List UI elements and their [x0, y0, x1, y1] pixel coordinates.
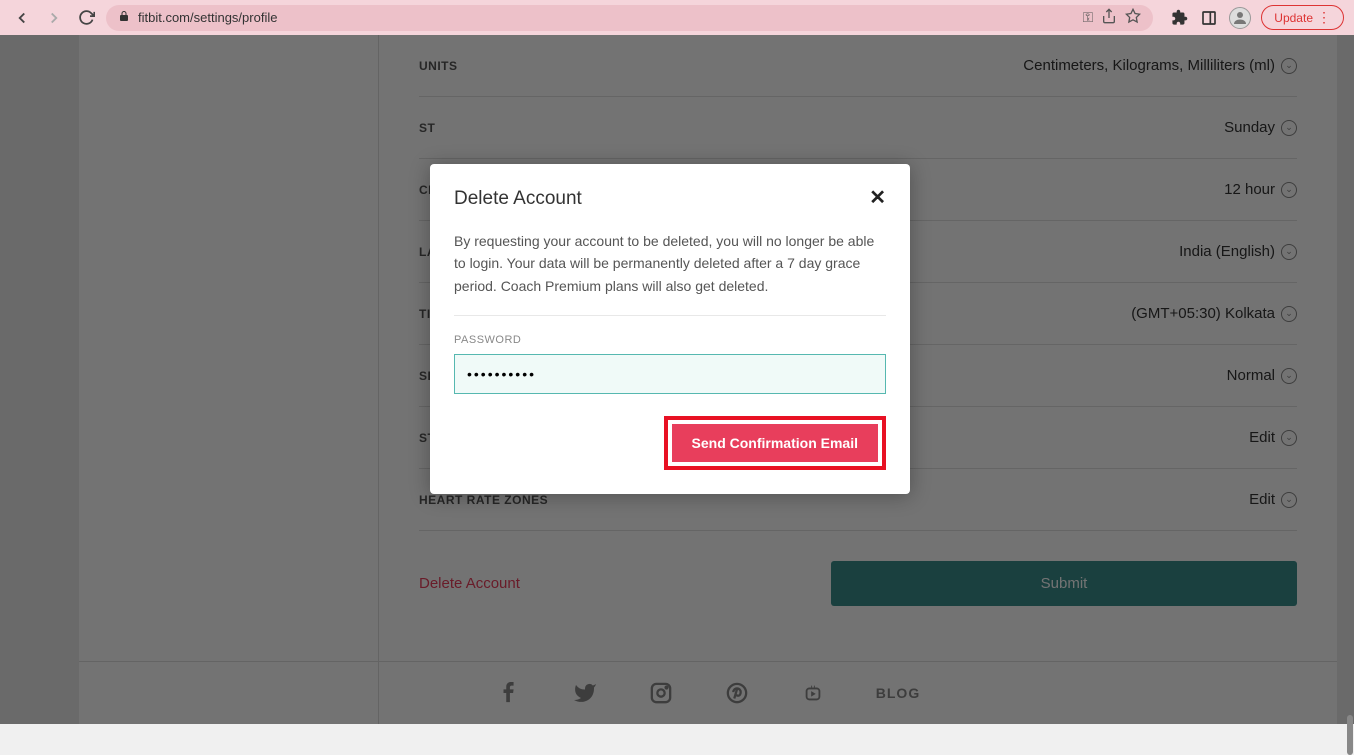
browser-chrome: fitbit.com/settings/profile ⚿ Update ⋮	[0, 0, 1354, 35]
page-wrap: UNITS Centimeters, Kilograms, Milliliter…	[0, 35, 1354, 724]
close-icon[interactable]: ✕	[869, 188, 886, 208]
delete-account-modal: Delete Account ✕ By requesting your acco…	[430, 164, 910, 494]
modal-actions: Send Confirmation Email	[454, 416, 886, 470]
reload-button[interactable]	[74, 6, 98, 30]
key-icon[interactable]: ⚿	[1083, 9, 1094, 26]
forward-button[interactable]	[42, 6, 66, 30]
share-icon[interactable]	[1101, 8, 1117, 27]
panel-icon[interactable]	[1199, 8, 1219, 28]
password-input[interactable]	[454, 354, 886, 394]
back-button[interactable]	[10, 6, 34, 30]
more-icon: ⋮	[1317, 9, 1331, 26]
modal-body-text: By requesting your account to be deleted…	[454, 230, 886, 316]
url-bar[interactable]: fitbit.com/settings/profile ⚿	[106, 5, 1153, 31]
lock-icon	[118, 10, 130, 25]
update-button[interactable]: Update ⋮	[1261, 5, 1344, 30]
scrollbar-thumb[interactable]	[1347, 715, 1353, 755]
modal-title: Delete Account	[454, 188, 582, 210]
confirm-highlight: Send Confirmation Email	[664, 416, 886, 470]
modal-header: Delete Account ✕	[454, 188, 886, 210]
send-confirmation-button[interactable]: Send Confirmation Email	[672, 424, 878, 462]
star-icon[interactable]	[1125, 8, 1141, 27]
password-label: PASSWORD	[454, 334, 886, 346]
profile-avatar[interactable]	[1229, 7, 1251, 29]
extensions-icon[interactable]	[1169, 8, 1189, 28]
toolbar-icons: Update ⋮	[1169, 5, 1344, 30]
url-text: fitbit.com/settings/profile	[138, 10, 1075, 25]
